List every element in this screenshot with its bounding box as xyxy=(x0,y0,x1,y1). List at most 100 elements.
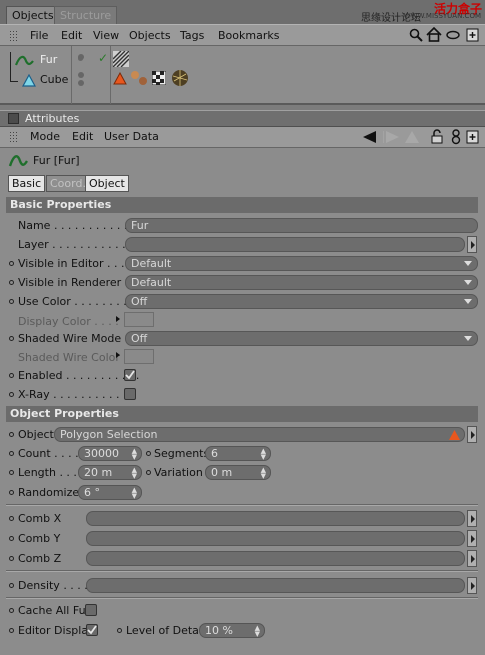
new-panel-icon[interactable] xyxy=(466,28,479,42)
shaded-wire-color-swatch[interactable] xyxy=(124,349,154,364)
menu-objects[interactable]: Objects xyxy=(129,29,171,42)
animation-dot[interactable] xyxy=(9,490,14,495)
expand-arrow-icon[interactable] xyxy=(116,352,120,358)
grip-handle[interactable] xyxy=(9,131,19,142)
grip-handle[interactable] xyxy=(9,30,19,41)
animation-dot[interactable] xyxy=(117,628,122,633)
animation-dot[interactable] xyxy=(9,299,14,304)
comb-y-arrow-button[interactable] xyxy=(467,530,477,547)
animation-dot[interactable] xyxy=(9,556,14,561)
segments-stepper[interactable]: 6 ▲ ▼ xyxy=(205,446,271,461)
animation-dot[interactable] xyxy=(9,261,14,266)
comb-y-spline-field[interactable] xyxy=(86,531,465,546)
comb-y-label: Comb Y xyxy=(18,532,61,545)
material-tag-icon[interactable] xyxy=(113,51,129,67)
enabled-checkbox[interactable] xyxy=(124,369,136,381)
tab-basic[interactable]: Basic xyxy=(8,175,46,192)
variation-stepper[interactable]: 0 m ▲ ▼ xyxy=(205,465,271,480)
tree-item-cube[interactable]: Cube xyxy=(20,72,110,88)
length-stepper[interactable]: 20 m ▲ ▼ xyxy=(78,465,142,480)
animation-dot[interactable] xyxy=(9,373,14,378)
up-arrow-icon[interactable] xyxy=(405,131,419,143)
object-link-value: Polygon Selection xyxy=(60,428,158,441)
object-link-field[interactable]: Polygon Selection xyxy=(54,427,465,442)
density-label: Density . . . . . xyxy=(18,579,95,592)
comb-x-spline-field[interactable] xyxy=(86,511,465,526)
visibility-dot[interactable] xyxy=(78,72,84,78)
use-color-select[interactable]: Off xyxy=(125,294,478,309)
comb-z-arrow-button[interactable] xyxy=(467,550,477,567)
xray-checkbox[interactable] xyxy=(124,388,136,400)
animation-dot[interactable] xyxy=(9,470,14,475)
tab-object[interactable]: Object xyxy=(85,175,129,192)
object-link-arrow-button[interactable] xyxy=(467,426,477,443)
editor-display-checkbox[interactable] xyxy=(86,624,98,636)
layer-arrow-button[interactable] xyxy=(467,236,477,253)
name-input[interactable]: Fur xyxy=(125,218,478,233)
eye-icon[interactable] xyxy=(446,30,460,40)
checkmark-icon xyxy=(125,370,135,380)
menu-view[interactable]: View xyxy=(93,29,119,42)
tree-item-fur[interactable]: Fur ✓ xyxy=(14,51,110,68)
animation-dot[interactable] xyxy=(146,451,151,456)
menu-bookmarks[interactable]: Bookmarks xyxy=(218,29,279,42)
home-icon[interactable] xyxy=(426,27,442,42)
forward-arrow-icon[interactable] xyxy=(383,131,399,143)
menu-edit[interactable]: Edit xyxy=(61,29,82,42)
sphere-material-icon[interactable] xyxy=(170,68,190,88)
length-label: Length . . . xyxy=(18,466,77,479)
stepper-arrows-icon: ▲ ▼ xyxy=(260,466,266,480)
count-value: 30000 xyxy=(84,447,119,460)
animation-dot[interactable] xyxy=(9,536,14,541)
density-arrow-button[interactable] xyxy=(467,577,477,594)
panel-icon[interactable] xyxy=(8,113,19,124)
cache-all-fur-checkbox[interactable] xyxy=(85,604,97,616)
warning-tag-icon[interactable] xyxy=(113,72,127,85)
tab-objects[interactable]: Objects xyxy=(6,6,60,24)
animation-dot[interactable] xyxy=(9,392,14,397)
render-dot[interactable] xyxy=(78,80,84,86)
checker-tag-icon[interactable] xyxy=(152,71,166,85)
new-panel-icon[interactable] xyxy=(466,130,479,144)
shaded-wire-mode-select[interactable]: Off xyxy=(125,331,478,346)
animation-dot[interactable] xyxy=(9,608,14,613)
spheres-tag-icon[interactable] xyxy=(130,70,148,86)
menu-user-data[interactable]: User Data xyxy=(104,130,159,143)
animation-dot[interactable] xyxy=(9,280,14,285)
animation-dot[interactable] xyxy=(9,516,14,521)
animation-dot[interactable] xyxy=(9,432,14,437)
stepper-arrows-icon: ▲ ▼ xyxy=(131,447,137,461)
tab-structure[interactable]: Structure xyxy=(54,6,118,24)
render-dot[interactable] xyxy=(78,54,84,60)
menu-edit[interactable]: Edit xyxy=(72,130,93,143)
lock-icon[interactable] xyxy=(431,129,443,144)
display-color-label: Display Color . . . . xyxy=(18,315,119,328)
search-icon[interactable] xyxy=(409,28,423,42)
layer-field[interactable] xyxy=(125,237,465,252)
enabled-check-icon[interactable]: ✓ xyxy=(98,51,108,65)
animation-dot[interactable] xyxy=(9,583,14,588)
menu-file[interactable]: File xyxy=(30,29,48,42)
segments-label: Segments xyxy=(154,447,210,460)
display-color-swatch[interactable] xyxy=(124,312,154,327)
menu-mode[interactable]: Mode xyxy=(30,130,60,143)
expand-arrow-icon[interactable] xyxy=(116,316,120,322)
visible-editor-select[interactable]: Default xyxy=(125,256,478,271)
count-stepper[interactable]: 30000 ▲ ▼ xyxy=(78,446,142,461)
animation-dot[interactable] xyxy=(9,628,14,633)
back-arrow-icon[interactable] xyxy=(363,131,377,143)
level-of-detail-stepper[interactable]: 10 % ▲ ▼ xyxy=(199,623,265,638)
comb-z-label: Comb Z xyxy=(18,552,62,565)
tab-coord[interactable]: Coord. xyxy=(46,175,90,192)
link-icon[interactable] xyxy=(451,129,461,145)
animation-dot[interactable] xyxy=(9,451,14,456)
visible-renderer-select[interactable]: Default xyxy=(125,275,478,290)
animation-dot[interactable] xyxy=(146,470,151,475)
comb-z-spline-field[interactable] xyxy=(86,551,465,566)
animation-dot[interactable] xyxy=(9,336,14,341)
menu-tags[interactable]: Tags xyxy=(180,29,204,42)
chevron-down-icon xyxy=(464,299,472,304)
density-shader-field[interactable] xyxy=(86,578,465,593)
randomize-stepper[interactable]: 6 ° ▲ ▼ xyxy=(78,485,142,500)
comb-x-arrow-button[interactable] xyxy=(467,510,477,527)
